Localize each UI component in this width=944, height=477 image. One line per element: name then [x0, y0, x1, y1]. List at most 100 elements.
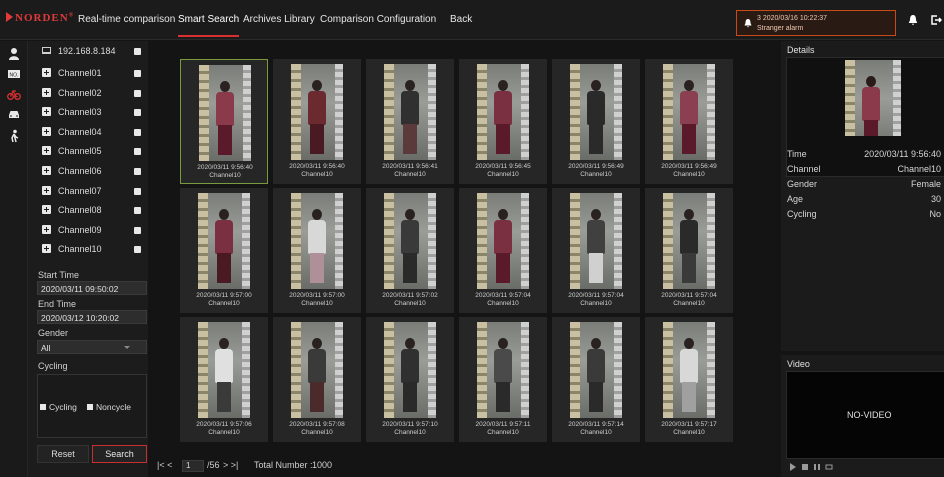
expand-icon[interactable]: [42, 244, 51, 254]
car-icon[interactable]: [7, 107, 21, 121]
result-thumbnail[interactable]: 2020/03/11 9:57:00 Channel10: [180, 188, 268, 313]
page-number-input[interactable]: 1: [182, 460, 204, 472]
channel-item[interactable]: Channel09: [28, 220, 148, 240]
capture-image: [477, 193, 529, 289]
capture-time: 2020/03/11 9:56:40: [197, 164, 253, 171]
result-thumbnail[interactable]: 2020/03/11 9:57:08 Channel10: [273, 317, 361, 442]
capture-image: [198, 193, 250, 289]
person-icon[interactable]: [7, 47, 21, 61]
channel-item[interactable]: Channel02: [28, 83, 148, 103]
capture-time: 2020/03/11 9:56:45: [475, 163, 531, 170]
end-time-input[interactable]: 2020/03/12 10:20:02: [37, 310, 147, 324]
stop-icon[interactable]: [801, 463, 809, 471]
capture-channel: Channel10: [487, 171, 519, 178]
result-thumbnail[interactable]: 2020/03/11 9:57:04 Channel10: [459, 188, 547, 313]
channel-item[interactable]: Channel03: [28, 102, 148, 122]
cycling-checkbox[interactable]: [40, 404, 46, 410]
result-thumbnail[interactable]: 2020/03/11 9:57:11 Channel10: [459, 317, 547, 442]
channel-checkbox[interactable]: [134, 89, 141, 97]
nav-smart-search[interactable]: Smart Search: [178, 14, 240, 37]
channel-checkbox[interactable]: [134, 128, 141, 136]
reset-button[interactable]: Reset: [37, 445, 89, 463]
noncycle-checkbox[interactable]: [87, 404, 93, 410]
start-time-input[interactable]: 2020/03/11 09:50:02: [37, 281, 147, 295]
result-thumbnail[interactable]: 2020/03/11 9:56:41 Channel10: [366, 59, 454, 184]
detail-row: Time 2020/03/11 9:56:40: [787, 149, 944, 159]
channel-item[interactable]: Channel08: [28, 200, 148, 220]
channel-checkbox[interactable]: [134, 246, 141, 254]
nav-back[interactable]: Back: [450, 14, 472, 25]
capture-image: [291, 193, 343, 289]
channel-checkbox[interactable]: [134, 187, 141, 195]
noncycle-option[interactable]: Noncycle: [87, 402, 131, 412]
channel-checkbox[interactable]: [134, 168, 141, 175]
capture-channel: Channel10: [394, 429, 426, 436]
fullscreen-icon[interactable]: [825, 463, 833, 471]
next-last-page-button[interactable]: > >|: [223, 460, 238, 470]
result-thumbnail[interactable]: 2020/03/11 9:57:00 Channel10: [273, 188, 361, 313]
expand-icon[interactable]: [42, 68, 51, 77]
nav-real-time-comparison[interactable]: Real-time comparison: [78, 14, 175, 25]
result-thumbnail[interactable]: 2020/03/11 9:56:45 Channel10: [459, 59, 547, 184]
result-thumbnail[interactable]: 2020/03/11 9:57:14 Channel10: [552, 317, 640, 442]
capture-time: 2020/03/11 9:57:02: [382, 292, 438, 299]
video-player[interactable]: NO-VIDEO: [786, 371, 944, 459]
result-thumbnail[interactable]: 2020/03/11 9:56:40 Channel10: [273, 59, 361, 184]
result-thumbnail[interactable]: 2020/03/11 9:57:17 Channel10: [645, 317, 733, 442]
channel-item[interactable]: Channel07: [28, 181, 148, 201]
play-icon[interactable]: [789, 463, 797, 471]
alarm-notification[interactable]: 3 2020/03/16 10:22:37 Stranger alarm: [736, 10, 896, 36]
expand-icon[interactable]: [42, 224, 51, 234]
channel-item[interactable]: Channel04: [28, 122, 148, 142]
result-thumbnail[interactable]: 2020/03/11 9:56:49 Channel10: [645, 59, 733, 184]
channel-checkbox[interactable]: [134, 207, 141, 215]
bell-icon[interactable]: [907, 14, 919, 26]
result-thumbnail[interactable]: 2020/03/11 9:56:49 Channel10: [552, 59, 640, 184]
capture-image: [570, 193, 622, 289]
result-thumbnail[interactable]: 2020/03/11 9:56:40 Channel10: [180, 59, 268, 184]
expand-icon[interactable]: [42, 87, 51, 97]
pedestrian-icon[interactable]: [7, 129, 21, 143]
capture-image: [477, 64, 529, 160]
result-thumbnail[interactable]: 2020/03/11 9:57:06 Channel10: [180, 317, 268, 442]
channel-item[interactable]: Channel01: [28, 63, 148, 83]
device-tree-node[interactable]: 192.168.8.184: [28, 41, 148, 61]
plate-number-icon[interactable]: NO.: [7, 67, 21, 81]
channel-checkbox[interactable]: [134, 226, 141, 234]
capture-time: 2020/03/11 9:57:17: [661, 421, 717, 428]
cycling-option[interactable]: Cycling: [40, 402, 77, 412]
expand-icon[interactable]: [42, 146, 51, 156]
channel-checkbox[interactable]: [134, 70, 141, 77]
expand-icon[interactable]: [42, 107, 51, 117]
gender-select[interactable]: All: [37, 340, 147, 354]
result-thumbnail[interactable]: 2020/03/11 9:57:04 Channel10: [645, 188, 733, 313]
pause-icon[interactable]: [813, 463, 821, 471]
channel-item[interactable]: Channel10: [28, 239, 148, 259]
capture-time: 2020/03/11 9:57:00: [196, 292, 252, 299]
logout-icon[interactable]: [930, 14, 942, 26]
detail-value: Channel10: [897, 164, 941, 174]
snapshot-image: [845, 60, 901, 136]
channel-label: Channel02: [58, 87, 102, 98]
expand-icon[interactable]: [42, 185, 51, 195]
nav-archives-library[interactable]: Archives Library: [243, 14, 315, 25]
channel-label: Channel04: [58, 126, 102, 137]
bicycle-icon[interactable]: [7, 87, 21, 101]
result-thumbnail[interactable]: 2020/03/11 9:57:10 Channel10: [366, 317, 454, 442]
channel-item[interactable]: Channel05: [28, 141, 148, 161]
channel-checkbox[interactable]: [134, 148, 141, 156]
channel-item[interactable]: Channel06: [28, 161, 148, 181]
expand-icon[interactable]: [42, 126, 51, 136]
search-button[interactable]: Search: [92, 445, 147, 463]
result-thumbnail[interactable]: 2020/03/11 9:57:02 Channel10: [366, 188, 454, 313]
expand-icon[interactable]: [42, 166, 51, 175]
capture-time: 2020/03/11 9:57:04: [475, 292, 531, 299]
detail-row: Gender Female: [787, 179, 944, 189]
first-prev-page-button[interactable]: |< <: [157, 460, 172, 470]
nav-comparison-configuration[interactable]: Comparison Configuration: [320, 14, 436, 25]
device-checkbox[interactable]: [134, 48, 141, 55]
channel-checkbox[interactable]: [134, 109, 141, 117]
result-thumbnail[interactable]: 2020/03/11 9:57:04 Channel10: [552, 188, 640, 313]
capture-time: 2020/03/11 9:57:04: [661, 292, 717, 299]
expand-icon[interactable]: [42, 205, 51, 215]
